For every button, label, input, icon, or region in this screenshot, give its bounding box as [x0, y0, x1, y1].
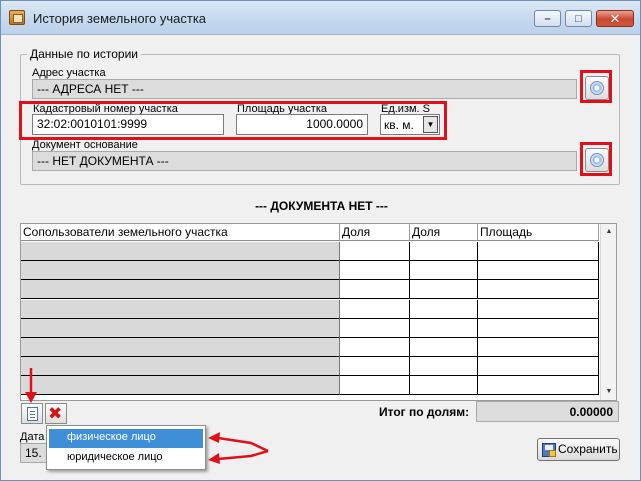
table-row[interactable]: [21, 376, 599, 396]
table-cell[interactable]: [21, 261, 340, 281]
table-cell[interactable]: [340, 357, 410, 377]
doc-select-button[interactable]: [585, 148, 609, 172]
disc-icon: [590, 153, 604, 167]
add-user-button[interactable]: [21, 403, 43, 424]
table-cell[interactable]: [410, 338, 478, 357]
delete-user-button[interactable]: ✖: [45, 403, 67, 424]
grid-scrollbar[interactable]: ▲ ▼: [600, 224, 616, 400]
grid-header: Сопользователи земельного участка Доля Д…: [21, 224, 599, 241]
table-cell[interactable]: [410, 280, 478, 300]
address-select-button[interactable]: [585, 76, 609, 100]
table-cell[interactable]: [410, 242, 478, 261]
table-cell[interactable]: [478, 376, 599, 396]
table-cell[interactable]: [21, 357, 340, 377]
save-icon: [542, 443, 556, 457]
area-input[interactable]: 1000.0000: [236, 114, 368, 135]
table-cell[interactable]: [340, 376, 410, 396]
red-arrows-left-icon: [208, 432, 269, 464]
scroll-down-icon[interactable]: ▼: [601, 384, 616, 399]
unit-select[interactable]: кв. м. ▼: [380, 114, 440, 135]
table-cell[interactable]: [478, 318, 599, 338]
header-co-users[interactable]: Сопользователи земельного участка: [21, 224, 340, 241]
chevron-down-icon[interactable]: ▼: [423, 116, 438, 133]
table-cell[interactable]: [478, 299, 599, 319]
document-heading: --- ДОКУМЕНТА НЕТ ---: [255, 199, 388, 213]
table-cell[interactable]: [478, 242, 599, 261]
maximize-button[interactable]: □: [565, 10, 592, 27]
address-label: Адрес участка: [32, 67, 106, 79]
table-cell[interactable]: [21, 376, 340, 396]
table-cell[interactable]: [478, 357, 599, 377]
minimize-button[interactable]: –: [534, 10, 561, 27]
table-cell[interactable]: [21, 318, 340, 338]
delete-icon: ✖: [48, 404, 63, 424]
table-row[interactable]: [21, 280, 599, 300]
header-share-2[interactable]: Доля: [410, 224, 478, 241]
header-area[interactable]: Площадь: [478, 224, 599, 241]
table-cell[interactable]: [340, 280, 410, 300]
table-cell[interactable]: [410, 318, 478, 338]
scroll-up-icon[interactable]: ▲: [601, 224, 616, 239]
table-cell[interactable]: [21, 299, 340, 319]
table-cell[interactable]: [340, 299, 410, 319]
table-cell[interactable]: [340, 242, 410, 261]
app-icon: [9, 10, 25, 25]
date-label: Дата: [20, 431, 45, 443]
table-cell[interactable]: [410, 299, 478, 319]
total-shares-label: Итог по долям:: [379, 405, 470, 419]
document-icon: [27, 407, 38, 421]
save-button[interactable]: Сохранить: [537, 438, 620, 461]
doc-field: --- НЕТ ДОКУМЕНТА ---: [32, 151, 577, 171]
cadastral-input[interactable]: 32:02:0010101:9999: [32, 114, 224, 135]
table-row[interactable]: [21, 338, 599, 357]
table-cell[interactable]: [478, 280, 599, 300]
table-row[interactable]: [21, 242, 599, 261]
title-bar[interactable]: История земельного участка – □ ✕: [1, 1, 640, 35]
table-cell[interactable]: [21, 242, 340, 261]
table-cell[interactable]: [410, 357, 478, 377]
co-users-grid[interactable]: Сопользователи земельного участка Доля Д…: [20, 223, 617, 401]
table-cell[interactable]: [478, 338, 599, 357]
disc-icon: [590, 81, 604, 95]
table-cell[interactable]: [340, 318, 410, 338]
total-shares-value: 0.00000: [476, 401, 619, 422]
table-cell[interactable]: [478, 261, 599, 281]
table-cell[interactable]: [340, 338, 410, 357]
window-title: История земельного участка: [33, 11, 207, 26]
group-legend: Данные по истории: [27, 47, 142, 61]
table-cell[interactable]: [21, 338, 340, 357]
table-row[interactable]: [21, 299, 599, 319]
address-field: --- АДРЕСА НЕТ ---: [32, 79, 577, 99]
user-type-popup: физическое лицо юридическое лицо: [46, 425, 206, 470]
header-share-1[interactable]: Доля: [340, 224, 410, 241]
save-label: Сохранить: [558, 442, 618, 456]
doc-label: Документ основание: [32, 139, 138, 151]
table-row[interactable]: [21, 261, 599, 281]
history-window: История земельного участка – □ ✕ Данные …: [0, 0, 641, 481]
table-cell[interactable]: [340, 261, 410, 281]
table-row[interactable]: [21, 318, 599, 338]
unit-select-value: кв. м.: [384, 118, 414, 132]
table-cell[interactable]: [21, 280, 340, 300]
table-row[interactable]: [21, 357, 599, 377]
table-cell[interactable]: [410, 376, 478, 396]
popup-item-legal-entity[interactable]: юридическое лицо: [49, 449, 203, 468]
table-cell[interactable]: [410, 261, 478, 281]
close-button[interactable]: ✕: [596, 10, 634, 27]
popup-item-individual[interactable]: физическое лицо: [49, 429, 203, 448]
